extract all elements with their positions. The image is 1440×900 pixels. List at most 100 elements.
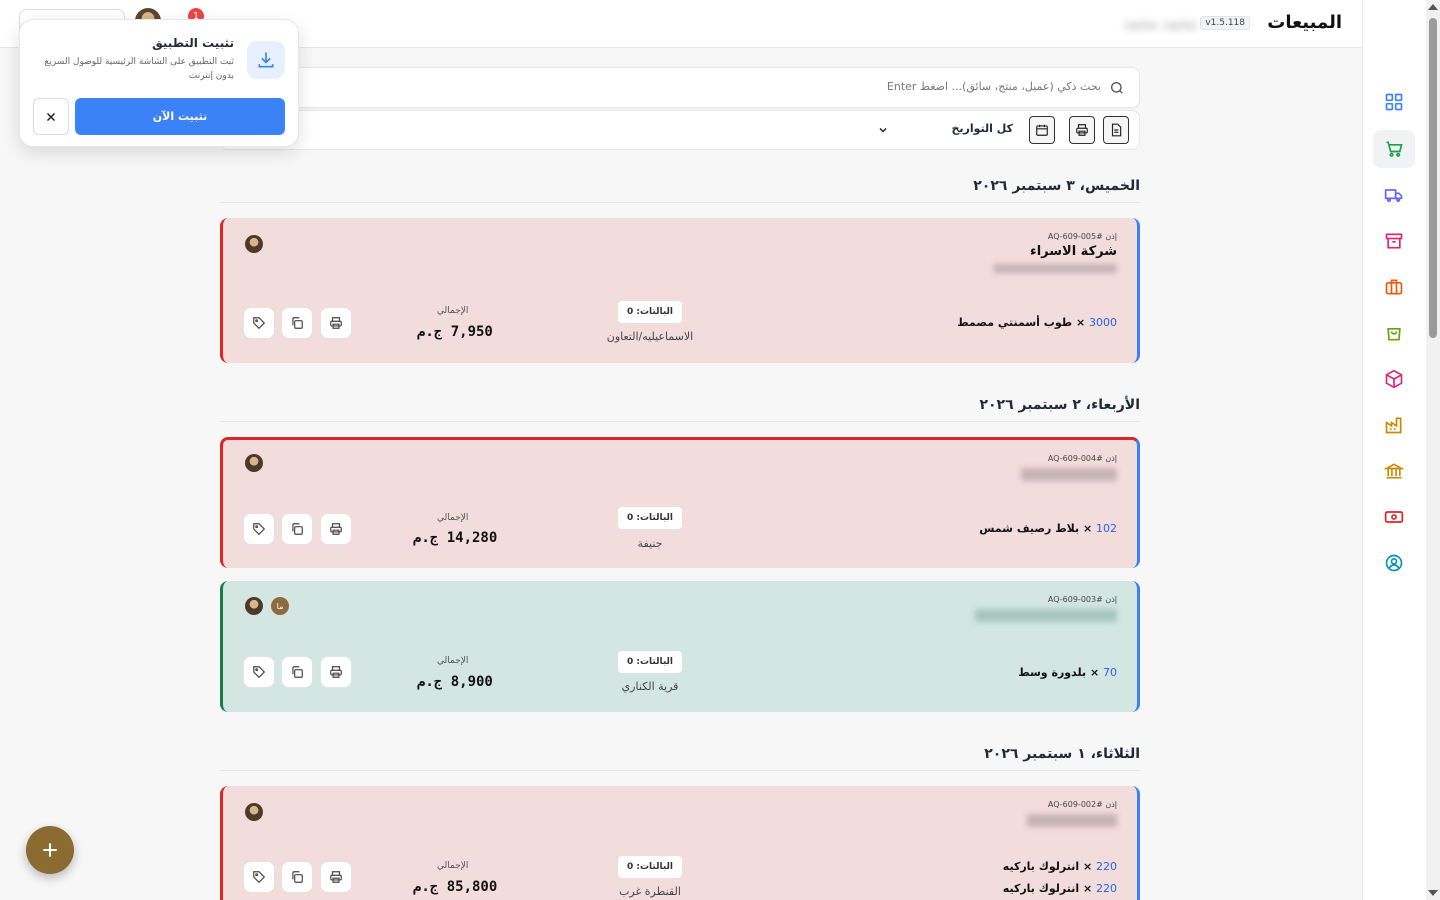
order-card[interactable]: إذن #AQ-609-004 102 × بلاط رصيف شمس البا… — [220, 437, 1140, 568]
nav-delivery[interactable] — [1373, 176, 1415, 214]
day-header: الخميس، ٣ سبتمبر ٢٠٢٦ — [220, 178, 1140, 203]
tag-order-button[interactable] — [243, 656, 275, 688]
download-icon — [247, 41, 285, 79]
nav-bank[interactable] — [1373, 452, 1415, 490]
printer-icon — [1076, 124, 1088, 136]
order-id: إذن #AQ-609-003 — [1047, 595, 1117, 604]
nav-purchases[interactable] — [1373, 314, 1415, 352]
copy-icon — [292, 523, 303, 535]
tag-order-button[interactable] — [243, 307, 275, 339]
total-label: الإجمالي — [437, 656, 469, 666]
tag-order-button[interactable] — [243, 861, 275, 893]
order-item: 220 × انترلوك باركيه — [1002, 882, 1117, 895]
duplicate-order-button[interactable] — [281, 513, 313, 545]
nav-sales[interactable] — [1373, 130, 1415, 168]
tag-icon — [253, 523, 266, 536]
calendar-icon — [1036, 124, 1048, 136]
scroll-up-arrow[interactable] — [1428, 4, 1438, 10]
creator-avatar — [245, 597, 263, 615]
total-label: الإجمالي — [437, 861, 469, 871]
export-button[interactable] — [1103, 116, 1129, 144]
tag-icon — [253, 871, 266, 884]
close-icon — [46, 112, 56, 121]
order-item: 220 × انترلوك باركيه — [1002, 860, 1117, 873]
day-header: الأربعاء، ٢ سبتمبر ٢٠٢٦ — [220, 397, 1140, 422]
version-badge: v1.5.118 — [1200, 16, 1250, 30]
page-title: المبيعات — [1267, 12, 1342, 33]
archive-icon — [1385, 233, 1403, 249]
pallets-badge: البالتات: 0 — [618, 651, 682, 673]
order-card[interactable]: إذن #AQ-609-005 شركة الاسراء 3000 × طوب … — [220, 218, 1140, 363]
nav-profile[interactable] — [1373, 544, 1415, 582]
nav-factory[interactable] — [1373, 406, 1415, 444]
print-order-button[interactable] — [320, 861, 352, 893]
total-value: 14,280 ج.م — [413, 530, 498, 546]
duplicate-order-button[interactable] — [281, 307, 313, 339]
add-order-button[interactable] — [26, 826, 74, 874]
printer-icon — [330, 666, 342, 678]
total-value: 85,800 ج.م — [413, 879, 498, 895]
printer-icon — [330, 871, 342, 883]
client-name-blurred — [975, 609, 1117, 622]
print-order-button[interactable] — [320, 307, 352, 339]
copy-icon — [292, 317, 303, 329]
location: القنطرة غرب — [619, 885, 681, 898]
nav-products[interactable] — [1373, 360, 1415, 398]
duplicate-order-button[interactable] — [281, 656, 313, 688]
nav-cash[interactable] — [1373, 498, 1415, 536]
box-icon — [1385, 369, 1403, 389]
shopping-bag-icon — [1387, 328, 1401, 341]
search-input[interactable]: بحث ذكي (عميل، منتج، سائق)... اضغط Enter — [887, 80, 1101, 93]
location: الاسماعيليه/التعاون — [606, 330, 694, 343]
client-name-blurred — [1021, 468, 1117, 481]
print-order-button[interactable] — [320, 656, 352, 688]
filter-bar: كل التواريخ — [220, 110, 1140, 150]
nav-briefcase[interactable] — [1373, 268, 1415, 306]
total-label: الإجمالي — [437, 306, 469, 316]
calendar-button[interactable] — [1029, 116, 1055, 144]
creator-avatar — [245, 803, 263, 821]
duplicate-order-button[interactable] — [281, 861, 313, 893]
print-button[interactable] — [1069, 116, 1095, 144]
order-item: 3000 × طوب أسمنتي مصمط — [957, 316, 1117, 329]
page-scrollbar[interactable] — [1426, 0, 1440, 900]
right-sidebar — [1362, 0, 1426, 900]
order-item: 102 × بلاط رصيف شمس — [979, 522, 1117, 535]
tag-order-button[interactable] — [243, 513, 275, 545]
plus-icon — [43, 843, 57, 857]
dashboard-icon — [1385, 93, 1403, 111]
nav-dashboard[interactable] — [1373, 83, 1415, 121]
creator-avatar — [245, 235, 263, 253]
printer-icon — [330, 523, 342, 535]
close-popup-button[interactable] — [33, 98, 69, 135]
chevron-down-icon — [879, 127, 887, 133]
popup-description: ثبت التطبيق على الشاشة الرئيسية للوصول ا… — [44, 57, 234, 81]
tag-icon — [253, 666, 266, 679]
date-filter-select[interactable]: كل التواريخ — [952, 122, 1014, 135]
user-circle-icon — [1385, 554, 1403, 572]
day-header: الثلاثاء، ١ سبتمبر ٢٠٢٦ — [220, 746, 1140, 771]
order-card[interactable]: إذن #AQ-609-003 70 × بلدورة وسط البالتات… — [220, 581, 1140, 712]
order-id: إذن #AQ-609-002 — [1047, 800, 1117, 809]
cash-icon — [1384, 511, 1404, 523]
assignee-avatar: ما — [271, 597, 289, 615]
location: قرية الكناري — [621, 680, 679, 693]
printer-icon — [330, 317, 342, 329]
install-now-button[interactable]: تثبيت الآن — [75, 98, 285, 135]
scroll-down-arrow[interactable] — [1428, 890, 1438, 896]
pallets-badge: البالتات: 0 — [618, 301, 682, 323]
print-order-button[interactable] — [320, 513, 352, 545]
pallets-badge: البالتات: 0 — [618, 856, 682, 878]
smart-search-box[interactable]: بحث ذكي (عميل، منتج، سائق)... اضغط Enter — [220, 67, 1140, 108]
total-value: 8,900 ج.م — [417, 674, 493, 690]
order-card[interactable]: إذن #AQ-609-002 220 × انترلوك باركيه 220… — [220, 786, 1140, 900]
cart-icon — [1386, 141, 1403, 157]
popup-title: تثبيت التطبيق — [152, 36, 234, 50]
scroll-thumb[interactable] — [1429, 18, 1437, 338]
creator-avatar — [245, 454, 263, 472]
total-label: الإجمالي — [437, 513, 469, 523]
order-id: إذن #AQ-609-005 — [1047, 232, 1117, 241]
nav-archive[interactable] — [1373, 222, 1415, 260]
search-icon — [1111, 82, 1123, 94]
truck-icon — [1384, 189, 1403, 203]
